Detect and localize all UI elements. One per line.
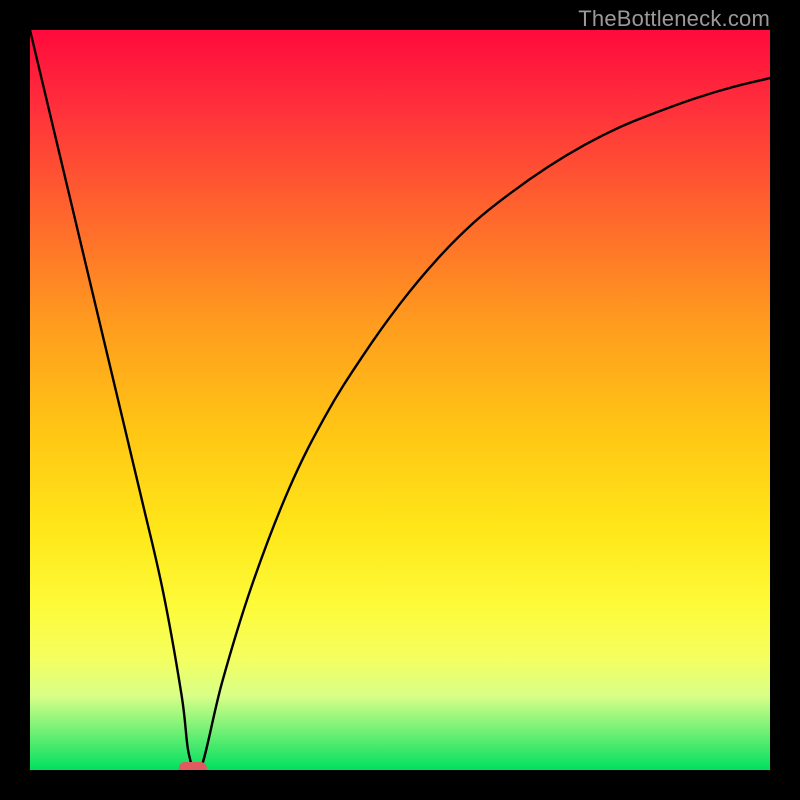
curve-line — [30, 30, 770, 770]
chart-svg — [30, 30, 770, 770]
watermark-label: TheBottleneck.com — [578, 6, 770, 32]
minimum-marker — [179, 762, 207, 770]
chart-plot-area — [30, 30, 770, 770]
